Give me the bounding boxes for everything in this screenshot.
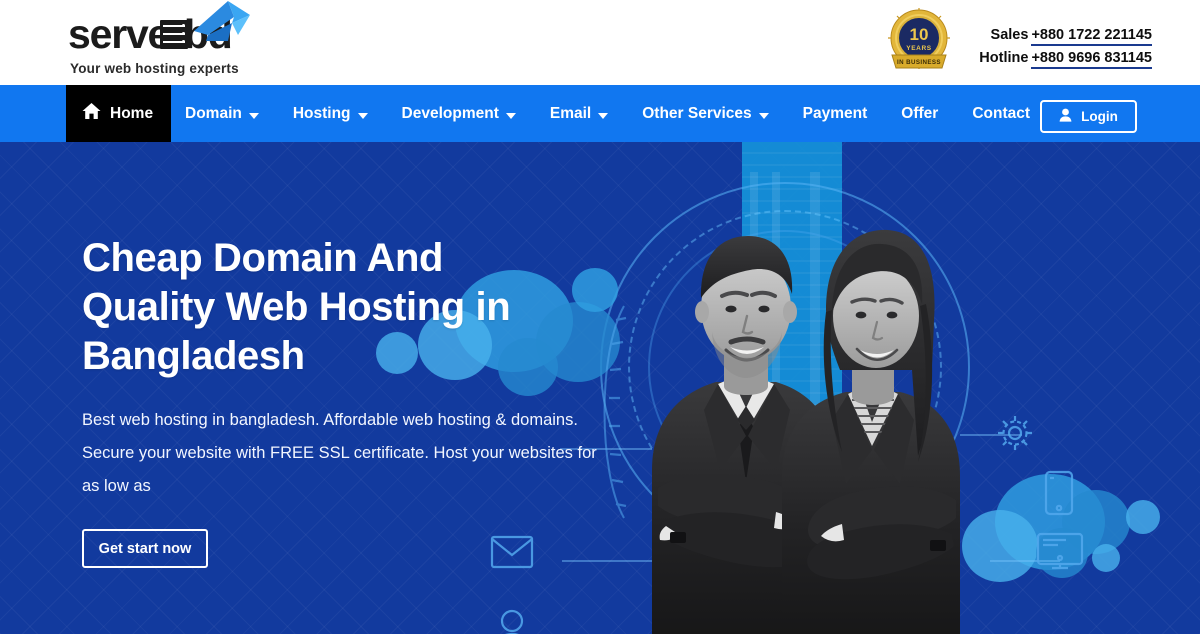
nav-item-domain-label: Domain [185, 104, 242, 122]
nav-item-offer[interactable]: Offer [884, 85, 955, 142]
nav-item-other-services[interactable]: Other Services [625, 85, 785, 142]
nav-item-payment[interactable]: Payment [786, 85, 885, 142]
hero-title-line-3: Bangladesh [82, 334, 305, 378]
ten-years-in-business-seal-icon: 10 YEARS IN BUSINESS [888, 7, 950, 76]
cloud-icon [1126, 500, 1160, 534]
get-start-now-button[interactable]: Get start now [82, 529, 208, 568]
logo-tagline: Your web hosting experts [70, 61, 239, 76]
nav-item-email[interactable]: Email [533, 85, 625, 142]
hero-banner: Cheap Domain And Quality Web Hosting in … [0, 142, 1200, 634]
site-header: serverbd Your web hosting experts 10 YEA… [0, 0, 1200, 85]
nav-item-home[interactable]: Home [66, 85, 172, 142]
nav-item-development[interactable]: Development [385, 85, 533, 142]
chevron-down-icon [248, 112, 259, 119]
nav-item-hosting[interactable]: Hosting [276, 85, 385, 142]
site-logo[interactable]: serverbd Your web hosting experts [68, 1, 298, 77]
cloud-icon [1092, 544, 1120, 572]
nav-item-contact[interactable]: Contact [955, 85, 1047, 142]
main-navigation: Home Domain Hosting Development Email Ot… [0, 85, 1200, 142]
contact-row-sales: Sales +880 1722 221145 [962, 24, 1152, 47]
hero-title-line-2: Quality Web Hosting in [82, 285, 511, 329]
desktop-monitor-icon [1036, 532, 1084, 570]
nav-item-home-label: Home [110, 104, 154, 122]
svg-text:10: 10 [910, 25, 929, 44]
chevron-down-icon [758, 112, 769, 119]
chevron-down-icon [357, 112, 368, 119]
nav-item-contact-label: Contact [972, 104, 1031, 122]
svg-text:YEARS: YEARS [906, 45, 931, 52]
hotline-phone-link[interactable]: +880 9696 831145 [1031, 50, 1152, 69]
login-button-label: Login [1081, 109, 1118, 124]
hero-title: Cheap Domain And Quality Web Hosting in … [82, 234, 622, 381]
nav-item-hosting-label: Hosting [292, 104, 351, 122]
nav-item-development-label: Development [401, 104, 499, 122]
hero-title-line-1: Cheap Domain And [82, 236, 444, 280]
chevron-down-icon [505, 112, 516, 119]
chevron-down-icon [598, 112, 609, 119]
login-button[interactable]: Login [1040, 100, 1137, 133]
blue-bird-arrow-icon [188, 1, 250, 50]
nav-item-email-label: Email [549, 104, 592, 122]
nav-item-other-services-label: Other Services [642, 104, 752, 122]
nav-item-payment-label: Payment [802, 104, 868, 122]
two-business-people-back-to-back-photo [600, 170, 1000, 634]
page-root: serverbd Your web hosting experts 10 YEA… [0, 0, 1200, 634]
user-outline-icon [500, 609, 524, 634]
nav-item-list: Domain Hosting Development Email Other S… [168, 85, 1047, 142]
logo-mark: serverbd [68, 1, 298, 57]
contact-row-hotline: Hotline +880 9696 831145 [962, 47, 1152, 70]
gear-icon [998, 416, 1032, 450]
mobile-phone-icon [1044, 470, 1074, 516]
hero-content: Cheap Domain And Quality Web Hosting in … [82, 234, 622, 568]
hero-subtitle: Best web hosting in bangladesh. Affordab… [82, 411, 597, 495]
contact-info: Sales +880 1722 221145 Hotline +880 9696 8… [962, 24, 1152, 70]
nav-item-offer-label: Offer [901, 104, 939, 122]
nav-item-domain[interactable]: Domain [168, 85, 276, 142]
sales-label: Sales [990, 27, 1029, 43]
svg-text:IN BUSINESS: IN BUSINESS [897, 59, 941, 66]
home-icon [82, 102, 101, 125]
server-rack-icon [160, 20, 188, 49]
hotline-label: Hotline [979, 50, 1029, 66]
user-icon [1059, 108, 1072, 125]
sales-phone-link[interactable]: +880 1722 221145 [1031, 27, 1152, 46]
